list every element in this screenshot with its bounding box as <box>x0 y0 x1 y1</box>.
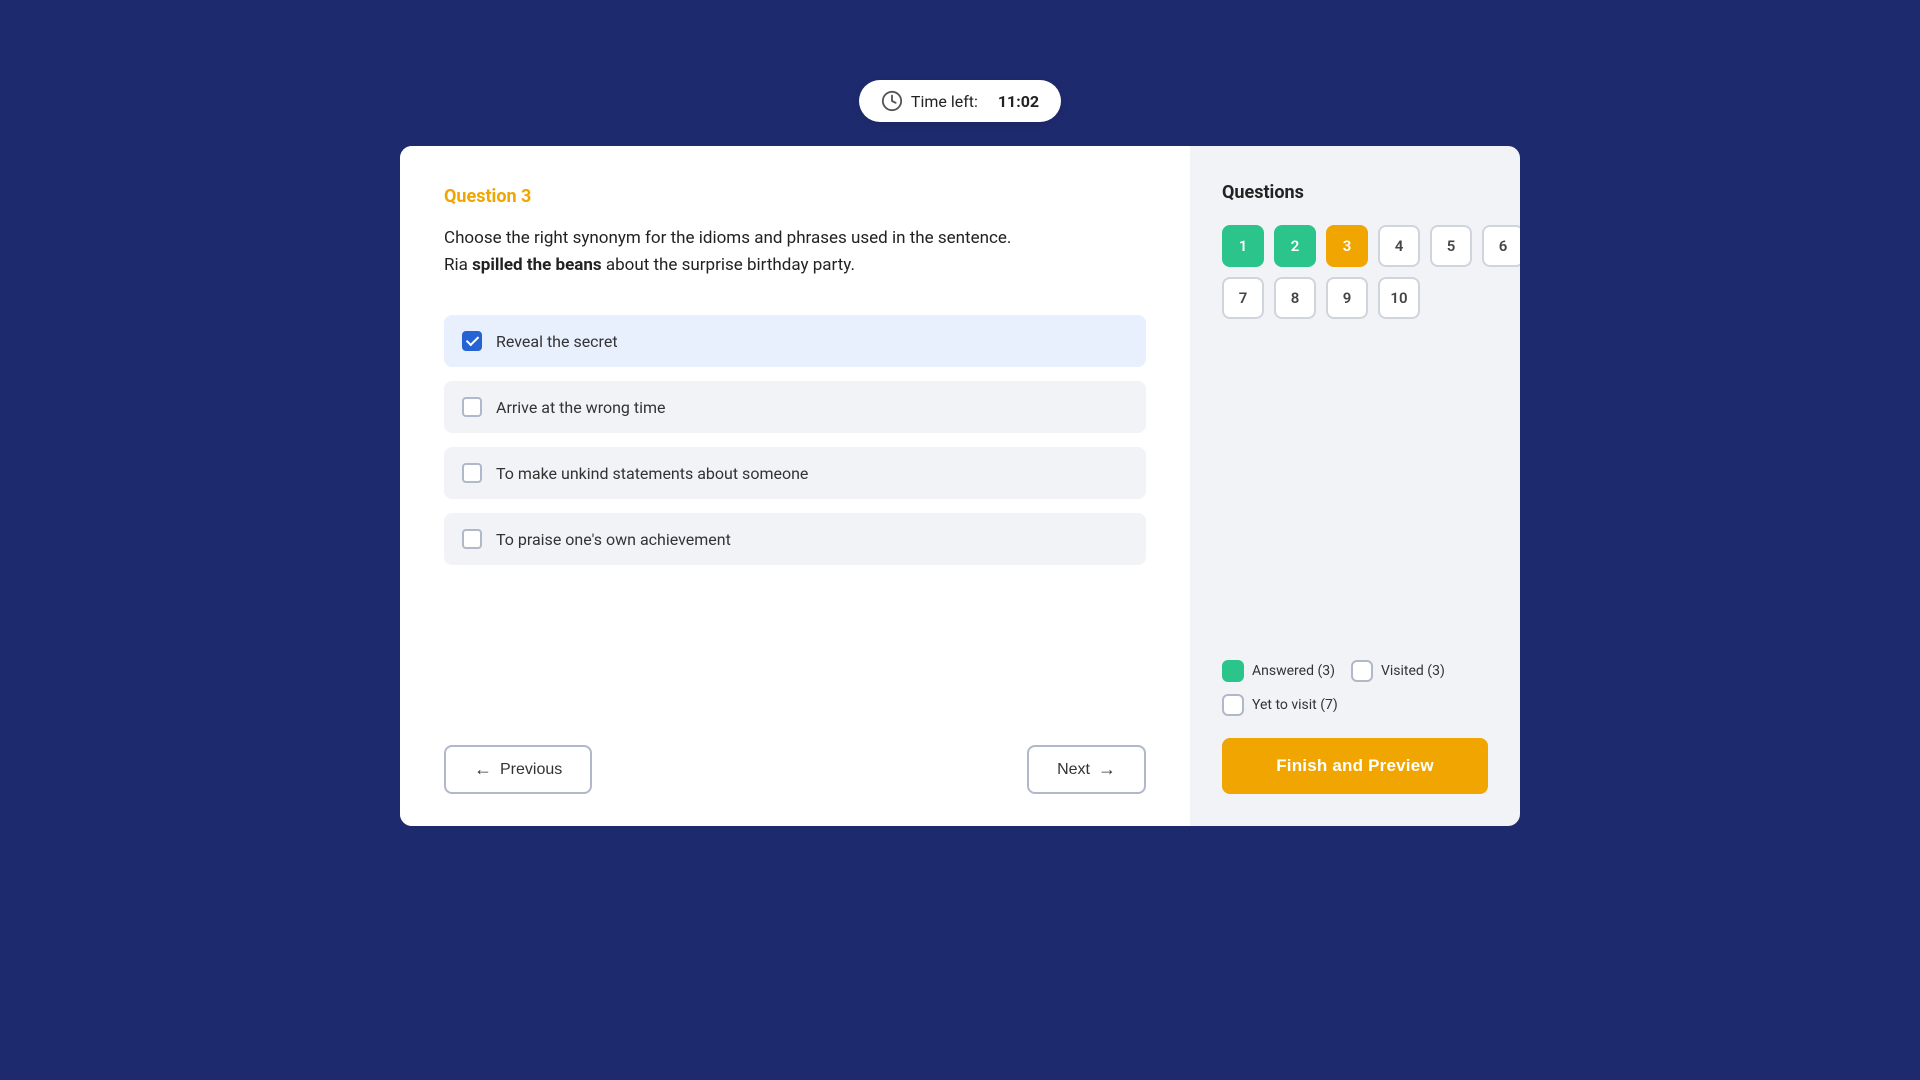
sentence-suffix: about the surprise birthday party. <box>602 255 855 275</box>
legend-row-2: Yet to visit (7) <box>1222 694 1488 716</box>
previous-button[interactable]: Previous <box>444 745 592 794</box>
option-item[interactable]: Reveal the secret <box>444 315 1146 367</box>
legend: Answered (3) Visited (3) Yet to visit (7… <box>1222 660 1488 716</box>
answered-label: Answered (3) <box>1252 663 1335 679</box>
sidebar: Questions 123456 78910 Answered (3) Visit… <box>1190 146 1520 826</box>
option-checkbox <box>462 529 482 549</box>
question-label: Question 3 <box>444 186 1146 207</box>
options-list: Reveal the secret Arrive at the wrong tim… <box>444 315 1146 717</box>
question-number-3[interactable]: 3 <box>1326 225 1368 267</box>
option-item[interactable]: To praise one's own achievement <box>444 513 1146 565</box>
legend-answered: Answered (3) <box>1222 660 1335 682</box>
question-number-7[interactable]: 7 <box>1222 277 1264 319</box>
arrow-right-icon <box>1098 759 1116 780</box>
option-label: To praise one's own achievement <box>496 530 731 549</box>
finish-preview-button[interactable]: Finish and Preview <box>1222 738 1488 794</box>
question-number-2[interactable]: 2 <box>1274 225 1316 267</box>
visited-label: Visited (3) <box>1381 663 1445 679</box>
sentence-phrase: spilled the beans <box>472 255 602 275</box>
question-text: Choose the right synonym for the idioms … <box>444 225 1146 279</box>
question-number-6[interactable]: 6 <box>1482 225 1520 267</box>
timer-value: 11:02 <box>998 92 1039 111</box>
question-instruction: Choose the right synonym for the idioms … <box>444 228 1011 248</box>
option-label: Reveal the secret <box>496 332 618 351</box>
main-card: Question 3 Choose the right synonym for … <box>400 146 1520 826</box>
yet-label: Yet to visit (7) <box>1252 697 1338 713</box>
visited-dot <box>1351 660 1373 682</box>
next-label: Next <box>1057 761 1090 779</box>
question-number-8[interactable]: 8 <box>1274 277 1316 319</box>
question-grid: 12345678910 <box>1222 225 1488 319</box>
timer-icon <box>881 90 903 112</box>
option-item[interactable]: To make unkind statements about someone <box>444 447 1146 499</box>
option-label: Arrive at the wrong time <box>496 398 666 417</box>
option-checkbox <box>462 397 482 417</box>
previous-label: Previous <box>500 761 562 779</box>
sentence-prefix: Ria <box>444 255 472 275</box>
option-checkbox <box>462 331 482 351</box>
timer-label: Time left: <box>911 92 978 111</box>
question-number-10[interactable]: 10 <box>1378 277 1420 319</box>
yet-dot <box>1222 694 1244 716</box>
question-number-1[interactable]: 1 <box>1222 225 1264 267</box>
timer-bar: Time left: 11:02 <box>859 80 1061 122</box>
question-number-9[interactable]: 9 <box>1326 277 1368 319</box>
nav-buttons: Previous Next <box>444 717 1146 826</box>
next-button[interactable]: Next <box>1027 745 1146 794</box>
arrow-left-icon <box>474 759 492 780</box>
finish-label: Finish and Preview <box>1276 756 1434 775</box>
legend-visited: Visited (3) <box>1351 660 1445 682</box>
question-number-4[interactable]: 4 <box>1378 225 1420 267</box>
option-checkbox <box>462 463 482 483</box>
sidebar-title: Questions <box>1222 182 1488 203</box>
question-number-5[interactable]: 5 <box>1430 225 1472 267</box>
legend-row-1: Answered (3) Visited (3) <box>1222 660 1488 682</box>
question-section: Question 3 Choose the right synonym for … <box>400 146 1190 826</box>
answered-dot <box>1222 660 1244 682</box>
legend-yet: Yet to visit (7) <box>1222 694 1338 716</box>
option-label: To make unkind statements about someone <box>496 464 808 483</box>
option-item[interactable]: Arrive at the wrong time <box>444 381 1146 433</box>
